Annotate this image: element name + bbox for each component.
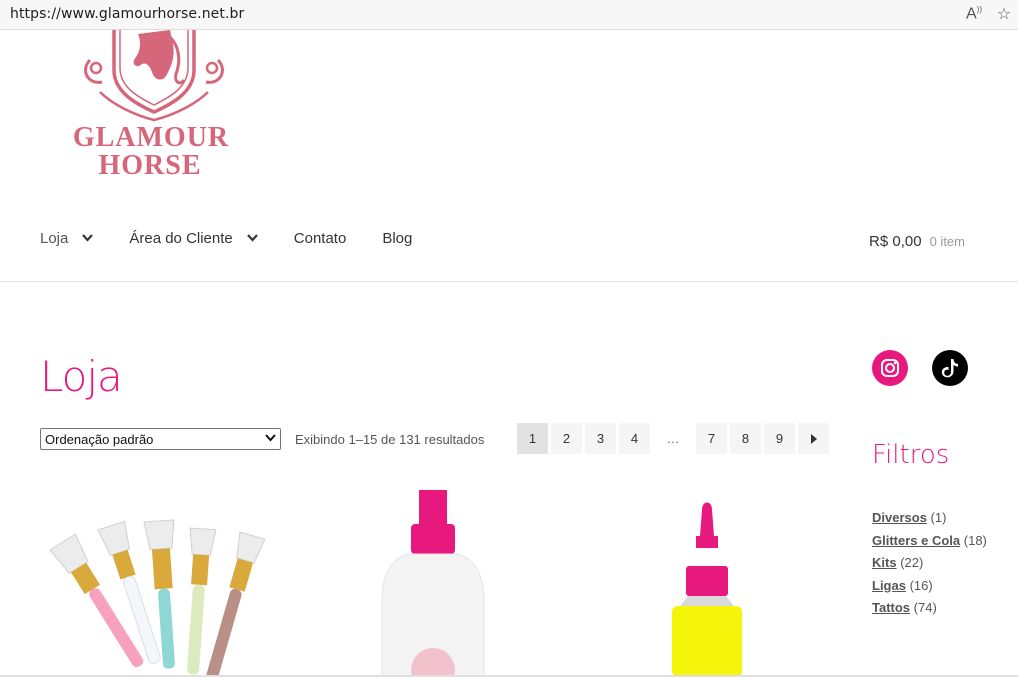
browser-address-bar: https://www.glamourhorse.net.br A)) ☆ xyxy=(0,0,1018,30)
filter-item: Diversos (1) xyxy=(872,510,987,533)
product-image-neon-glue[interactable] xyxy=(596,490,826,677)
main-nav: Loja Área do Cliente Contato Blog xyxy=(40,230,448,247)
browser-tools: A)) ☆ xyxy=(964,4,1014,24)
read-aloud-icon[interactable]: A)) xyxy=(964,5,984,23)
neon-bottle-image xyxy=(596,490,826,677)
nav-item-loja[interactable]: Loja xyxy=(40,230,94,247)
nav-item-contato[interactable]: Contato xyxy=(294,230,347,247)
silicone-brushes-image xyxy=(40,490,270,677)
pagination: 1 2 3 4 … 7 8 9 xyxy=(517,423,829,454)
page-link-1[interactable]: 1 xyxy=(517,423,548,454)
page-link-3[interactable]: 3 xyxy=(585,423,616,454)
header-divider xyxy=(0,281,1018,282)
filter-item: Tattos (74) xyxy=(872,600,987,623)
page-ellipsis: … xyxy=(666,431,680,446)
filter-link-ligas[interactable]: Ligas xyxy=(872,578,906,593)
filters-title: Filtros xyxy=(872,440,950,470)
chevron-down-icon xyxy=(265,433,276,445)
product-image-glue-bottle[interactable] xyxy=(318,490,548,677)
cart-count: 0 item xyxy=(929,234,965,249)
cart-summary[interactable]: R$ 0,00 0 item xyxy=(869,233,965,250)
sort-selected-value: Ordenação padrão xyxy=(45,431,154,447)
results-count: Exibindo 1–15 de 131 resultados xyxy=(295,432,485,447)
page-link-7[interactable]: 7 xyxy=(696,423,727,454)
horse-crest-icon xyxy=(84,30,224,122)
filter-link-diversos[interactable]: Diversos xyxy=(872,510,927,525)
next-page-icon[interactable] xyxy=(798,423,829,454)
filter-count: (22) xyxy=(900,555,924,570)
filter-count: (16) xyxy=(909,577,933,593)
glue-bottle-image xyxy=(318,490,548,677)
nav-item-area-do-cliente[interactable]: Área do Cliente xyxy=(129,230,258,247)
filter-item: Ligas (16) xyxy=(872,578,987,601)
instagram-icon[interactable] xyxy=(872,350,908,386)
nav-item-label: Loja xyxy=(40,230,69,247)
sort-select[interactable]: Ordenação padrão xyxy=(40,428,281,450)
filter-link-kits[interactable]: Kits xyxy=(872,555,897,570)
filter-link-tattos[interactable]: Tattos xyxy=(872,600,910,615)
chevron-down-icon[interactable] xyxy=(246,233,258,245)
filter-list: Diversos (1) Glitters e Cola (18) Kits (… xyxy=(872,510,987,623)
filter-count: (18) xyxy=(963,532,987,548)
filter-count: (74) xyxy=(913,600,937,615)
filter-link-glitters[interactable]: Glitters e Cola xyxy=(872,533,960,548)
logo-text-line1: GLAMOUR xyxy=(72,122,230,153)
url-field[interactable]: https://www.glamourhorse.net.br xyxy=(10,6,244,22)
nav-item-label: Área do Cliente xyxy=(129,230,233,247)
filter-item: Kits (22) xyxy=(872,555,987,578)
page-link-4[interactable]: 4 xyxy=(619,423,650,454)
logo-text-line2: HORSE xyxy=(98,150,202,181)
chevron-down-icon[interactable] xyxy=(82,233,94,245)
site-logo[interactable]: GLAMOUR HORSE xyxy=(40,30,268,180)
tiktok-icon[interactable] xyxy=(932,350,968,386)
product-image-brushes[interactable] xyxy=(40,490,270,677)
page-link-2[interactable]: 2 xyxy=(551,423,582,454)
cart-amount: R$ 0,00 xyxy=(869,233,922,250)
nav-item-blog[interactable]: Blog xyxy=(382,230,412,247)
star-icon[interactable]: ☆ xyxy=(994,4,1014,24)
nav-item-label: Blog xyxy=(382,230,413,247)
page-link-8[interactable]: 8 xyxy=(730,423,761,454)
page-title: Loja xyxy=(40,352,123,401)
nav-item-label: Contato xyxy=(293,230,347,247)
filter-count: (1) xyxy=(930,510,947,525)
filter-item: Glitters e Cola (18) xyxy=(872,533,987,556)
page-link-9[interactable]: 9 xyxy=(764,423,795,454)
